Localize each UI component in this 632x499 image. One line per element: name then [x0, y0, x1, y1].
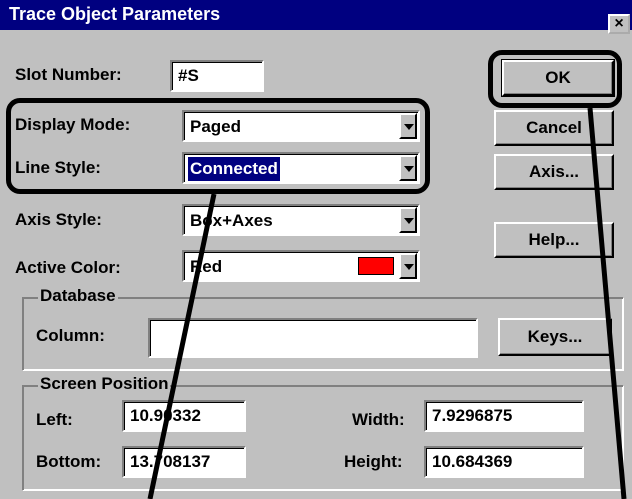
trace-object-parameters-dialog: Trace Object Parameters × Slot Number: #… — [0, 0, 632, 499]
callout-line-left — [147, 193, 217, 499]
callout-lines — [147, 107, 627, 499]
callout-line-right — [587, 107, 627, 499]
